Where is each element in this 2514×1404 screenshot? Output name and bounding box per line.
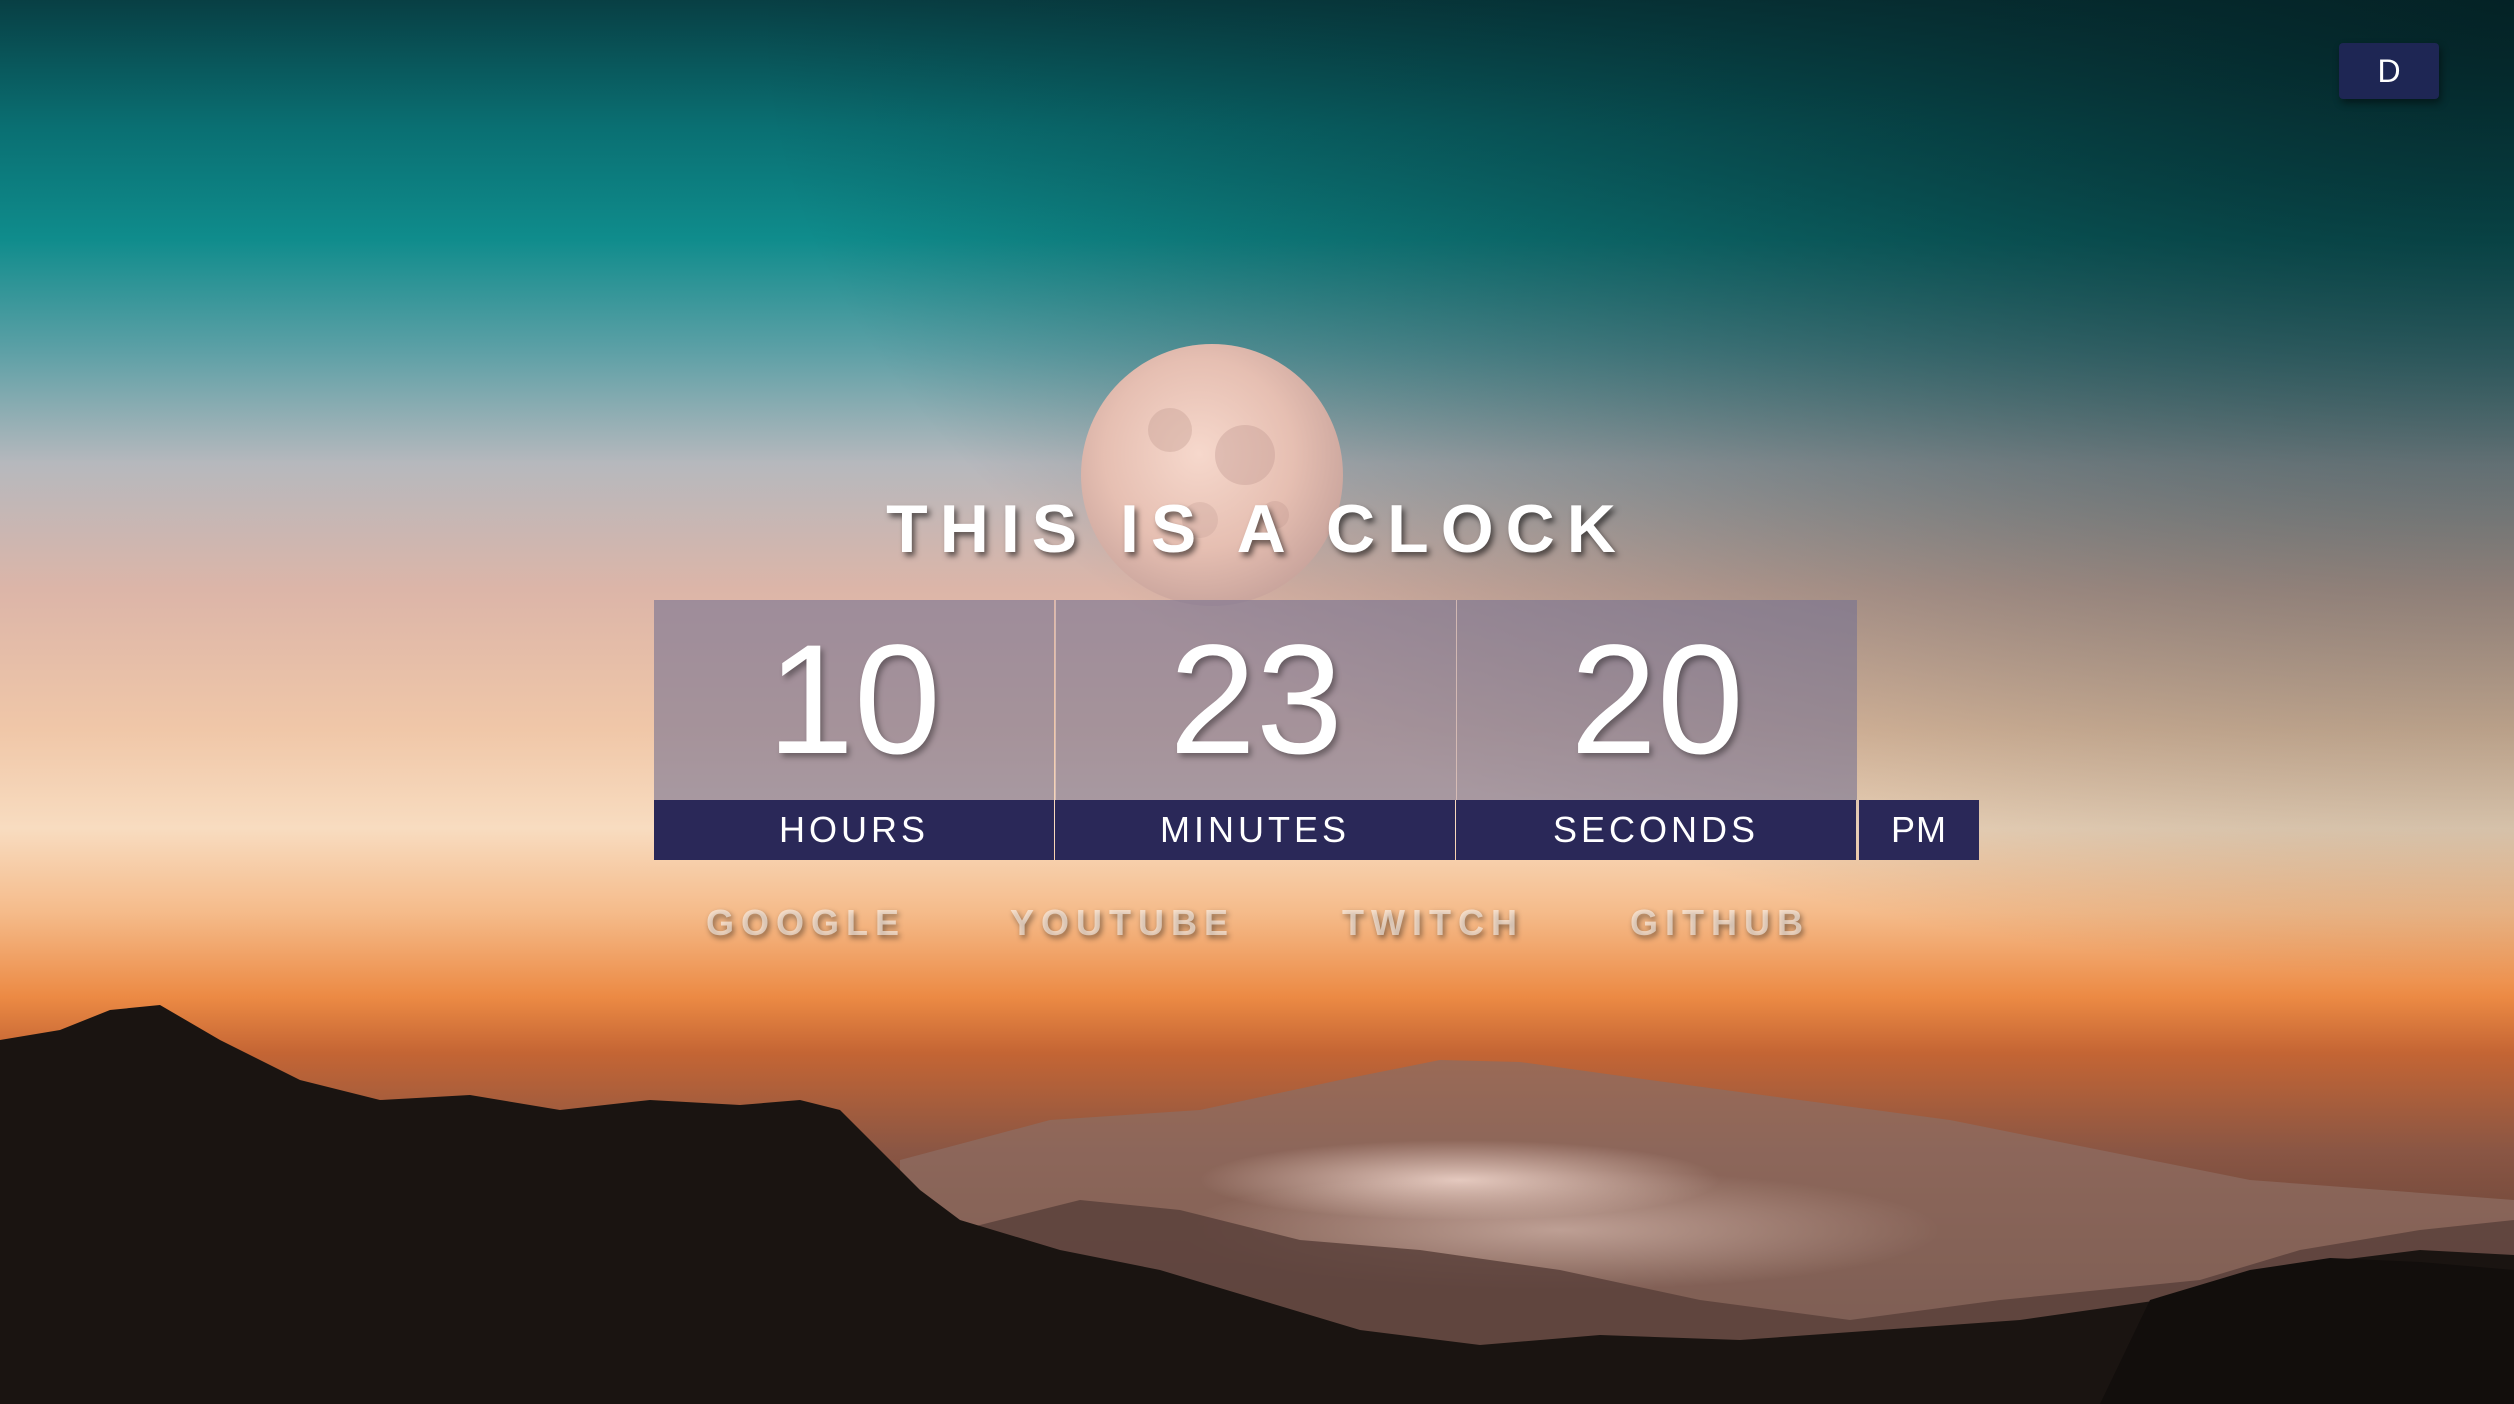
hours-panel: 10: [654, 600, 1054, 800]
link-youtube[interactable]: YOUTUBE: [1010, 895, 1235, 951]
am-pm-indicator: PM: [1859, 800, 1979, 860]
hours-value: 10: [767, 613, 941, 787]
minutes-panel: 23: [1055, 600, 1456, 800]
minutes-value: 23: [1169, 613, 1343, 787]
link-google[interactable]: GOOGLE: [706, 895, 906, 951]
hours-label: HOURS: [654, 800, 1054, 860]
seconds-label: SECONDS: [1456, 800, 1856, 860]
link-twitch[interactable]: TWITCH: [1342, 895, 1524, 951]
theme-toggle-button[interactable]: D: [2339, 43, 2439, 99]
link-github[interactable]: GITHUB: [1630, 895, 1810, 951]
page-title: THIS IS A CLOCK: [886, 491, 1628, 567]
seconds-value: 20: [1570, 613, 1744, 787]
minutes-label: MINUTES: [1055, 800, 1455, 860]
seconds-panel: 20: [1456, 600, 1857, 800]
quick-links: GOOGLE YOUTUBE TWITCH GITHUB: [0, 895, 2514, 951]
